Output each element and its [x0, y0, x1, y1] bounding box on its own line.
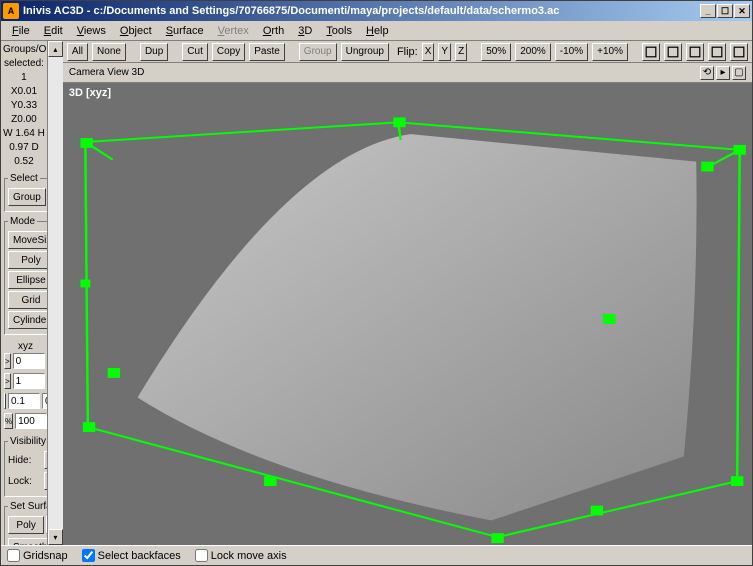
sidebar-scrollbar[interactable]: ▴ ▾	[47, 41, 63, 545]
surf-poly-button[interactable]: Poly	[8, 516, 44, 534]
copy-button[interactable]: Copy	[212, 43, 245, 61]
flip-z-button[interactable]: Z	[455, 43, 467, 61]
xyz-prefix	[4, 393, 6, 409]
menu-tools[interactable]: Tools	[319, 23, 359, 39]
mode-poly-button[interactable]: Poly	[8, 251, 47, 269]
50-button[interactable]: 50%	[481, 43, 511, 61]
visibility-panel: Visibility Hide:SelUnselNone3DLock:SelUn…	[4, 436, 47, 497]
view-maximize-icon[interactable]: ▢	[732, 66, 746, 80]
xyz-input[interactable]	[8, 393, 40, 409]
xyz-input[interactable]	[15, 413, 47, 429]
layout-icon-4[interactable]	[730, 43, 748, 61]
viewport-3d[interactable]: 3D [xyz]	[63, 83, 752, 545]
-10-button[interactable]: -10%	[555, 43, 588, 61]
minimize-button[interactable]: _	[700, 4, 716, 18]
layout-icon-2[interactable]	[686, 43, 704, 61]
menu-edit[interactable]: Edit	[37, 23, 70, 39]
viewport-label: 3D [xyz]	[69, 87, 111, 99]
all-button[interactable]: All	[67, 43, 88, 61]
scroll-down-button[interactable]: ▾	[48, 529, 63, 545]
view-chevron-icon[interactable]: ▸	[716, 66, 730, 80]
menu-orth[interactable]: Orth	[256, 23, 291, 39]
surf-smooth-button[interactable]: Smooth	[8, 538, 47, 545]
dup-button[interactable]: Dup	[140, 43, 168, 61]
gridsnap-checkbox[interactable]: Gridsnap	[7, 549, 68, 562]
200-button[interactable]: 200%	[515, 43, 551, 61]
xyz-input[interactable]	[13, 353, 45, 369]
mode-grid-button[interactable]: Grid	[8, 291, 47, 309]
toolbar: AllNoneDupCutCopyPasteGroupUngroupFlip:X…	[63, 41, 752, 63]
xyz-input[interactable]	[13, 373, 45, 389]
layout-icon-0[interactable]	[642, 43, 660, 61]
backfaces-checkbox[interactable]: Select backfaces	[82, 549, 181, 562]
menu-views[interactable]: Views	[70, 23, 113, 39]
select-panel: Select GroupObjectSurfaceVertex	[4, 173, 47, 212]
paste-button[interactable]: Paste	[249, 43, 285, 61]
mode-movesize-button[interactable]: MoveSize	[8, 231, 47, 249]
maximize-button[interactable]: ☐	[717, 4, 733, 18]
lockmove-checkbox[interactable]: Lock move axis	[195, 549, 287, 562]
group-button: Group	[299, 43, 337, 61]
none-button[interactable]: None	[92, 43, 126, 61]
scroll-up-button[interactable]: ▴	[48, 41, 63, 57]
mode-panel: Mode MoveSizeRotateExtrudePolyPolylineLi…	[4, 216, 47, 335]
view-refresh-icon[interactable]: ⟲	[700, 66, 714, 80]
mode-cylinder-button[interactable]: Cylinder	[8, 311, 47, 329]
menu-object[interactable]: Object	[113, 23, 159, 39]
titlebar: A Inivis AC3D - c:/Documents and Setting…	[1, 1, 752, 21]
menu-surface[interactable]: Surface	[159, 23, 211, 39]
statusbar: Gridsnap Select backfaces Lock move axis	[1, 545, 752, 565]
menubar: FileEditViewsObjectSurfaceVertexOrth3DTo…	[1, 21, 752, 41]
surface-type-panel: Set Surface type PolyPolylineLineSmoothF…	[4, 501, 47, 545]
flip-x-button[interactable]: X	[422, 43, 435, 61]
app-icon: A	[3, 3, 19, 19]
xyz-prefix[interactable]: >	[4, 373, 11, 389]
cut-button[interactable]: Cut	[182, 43, 208, 61]
menu-vertex[interactable]: Vertex	[211, 23, 256, 39]
xyz-prefix[interactable]: >	[4, 353, 11, 369]
flip-y-button[interactable]: Y	[438, 43, 451, 61]
mode-ellipse-button[interactable]: Ellipse	[8, 271, 47, 289]
select-group-button[interactable]: Group	[8, 188, 46, 206]
close-button[interactable]: ✕	[734, 4, 750, 18]
menu-help[interactable]: Help	[359, 23, 396, 39]
menu-file[interactable]: File	[5, 23, 37, 39]
ungroup-button[interactable]: Ungroup	[341, 43, 389, 61]
window-title: Inivis AC3D - c:/Documents and Settings/…	[23, 5, 700, 17]
menu-3d[interactable]: 3D	[291, 23, 319, 39]
xyz-prefix[interactable]: %	[4, 413, 13, 429]
selection-info: Groups/Objects selected: 1 X0.01 Y0.33 Z…	[1, 41, 47, 171]
viewport-header: Camera View 3D ⟲ ▸ ▢	[63, 63, 752, 83]
layout-icon-3[interactable]	[708, 43, 726, 61]
+10-button[interactable]: +10%	[592, 43, 628, 61]
layout-icon-1[interactable]	[664, 43, 682, 61]
